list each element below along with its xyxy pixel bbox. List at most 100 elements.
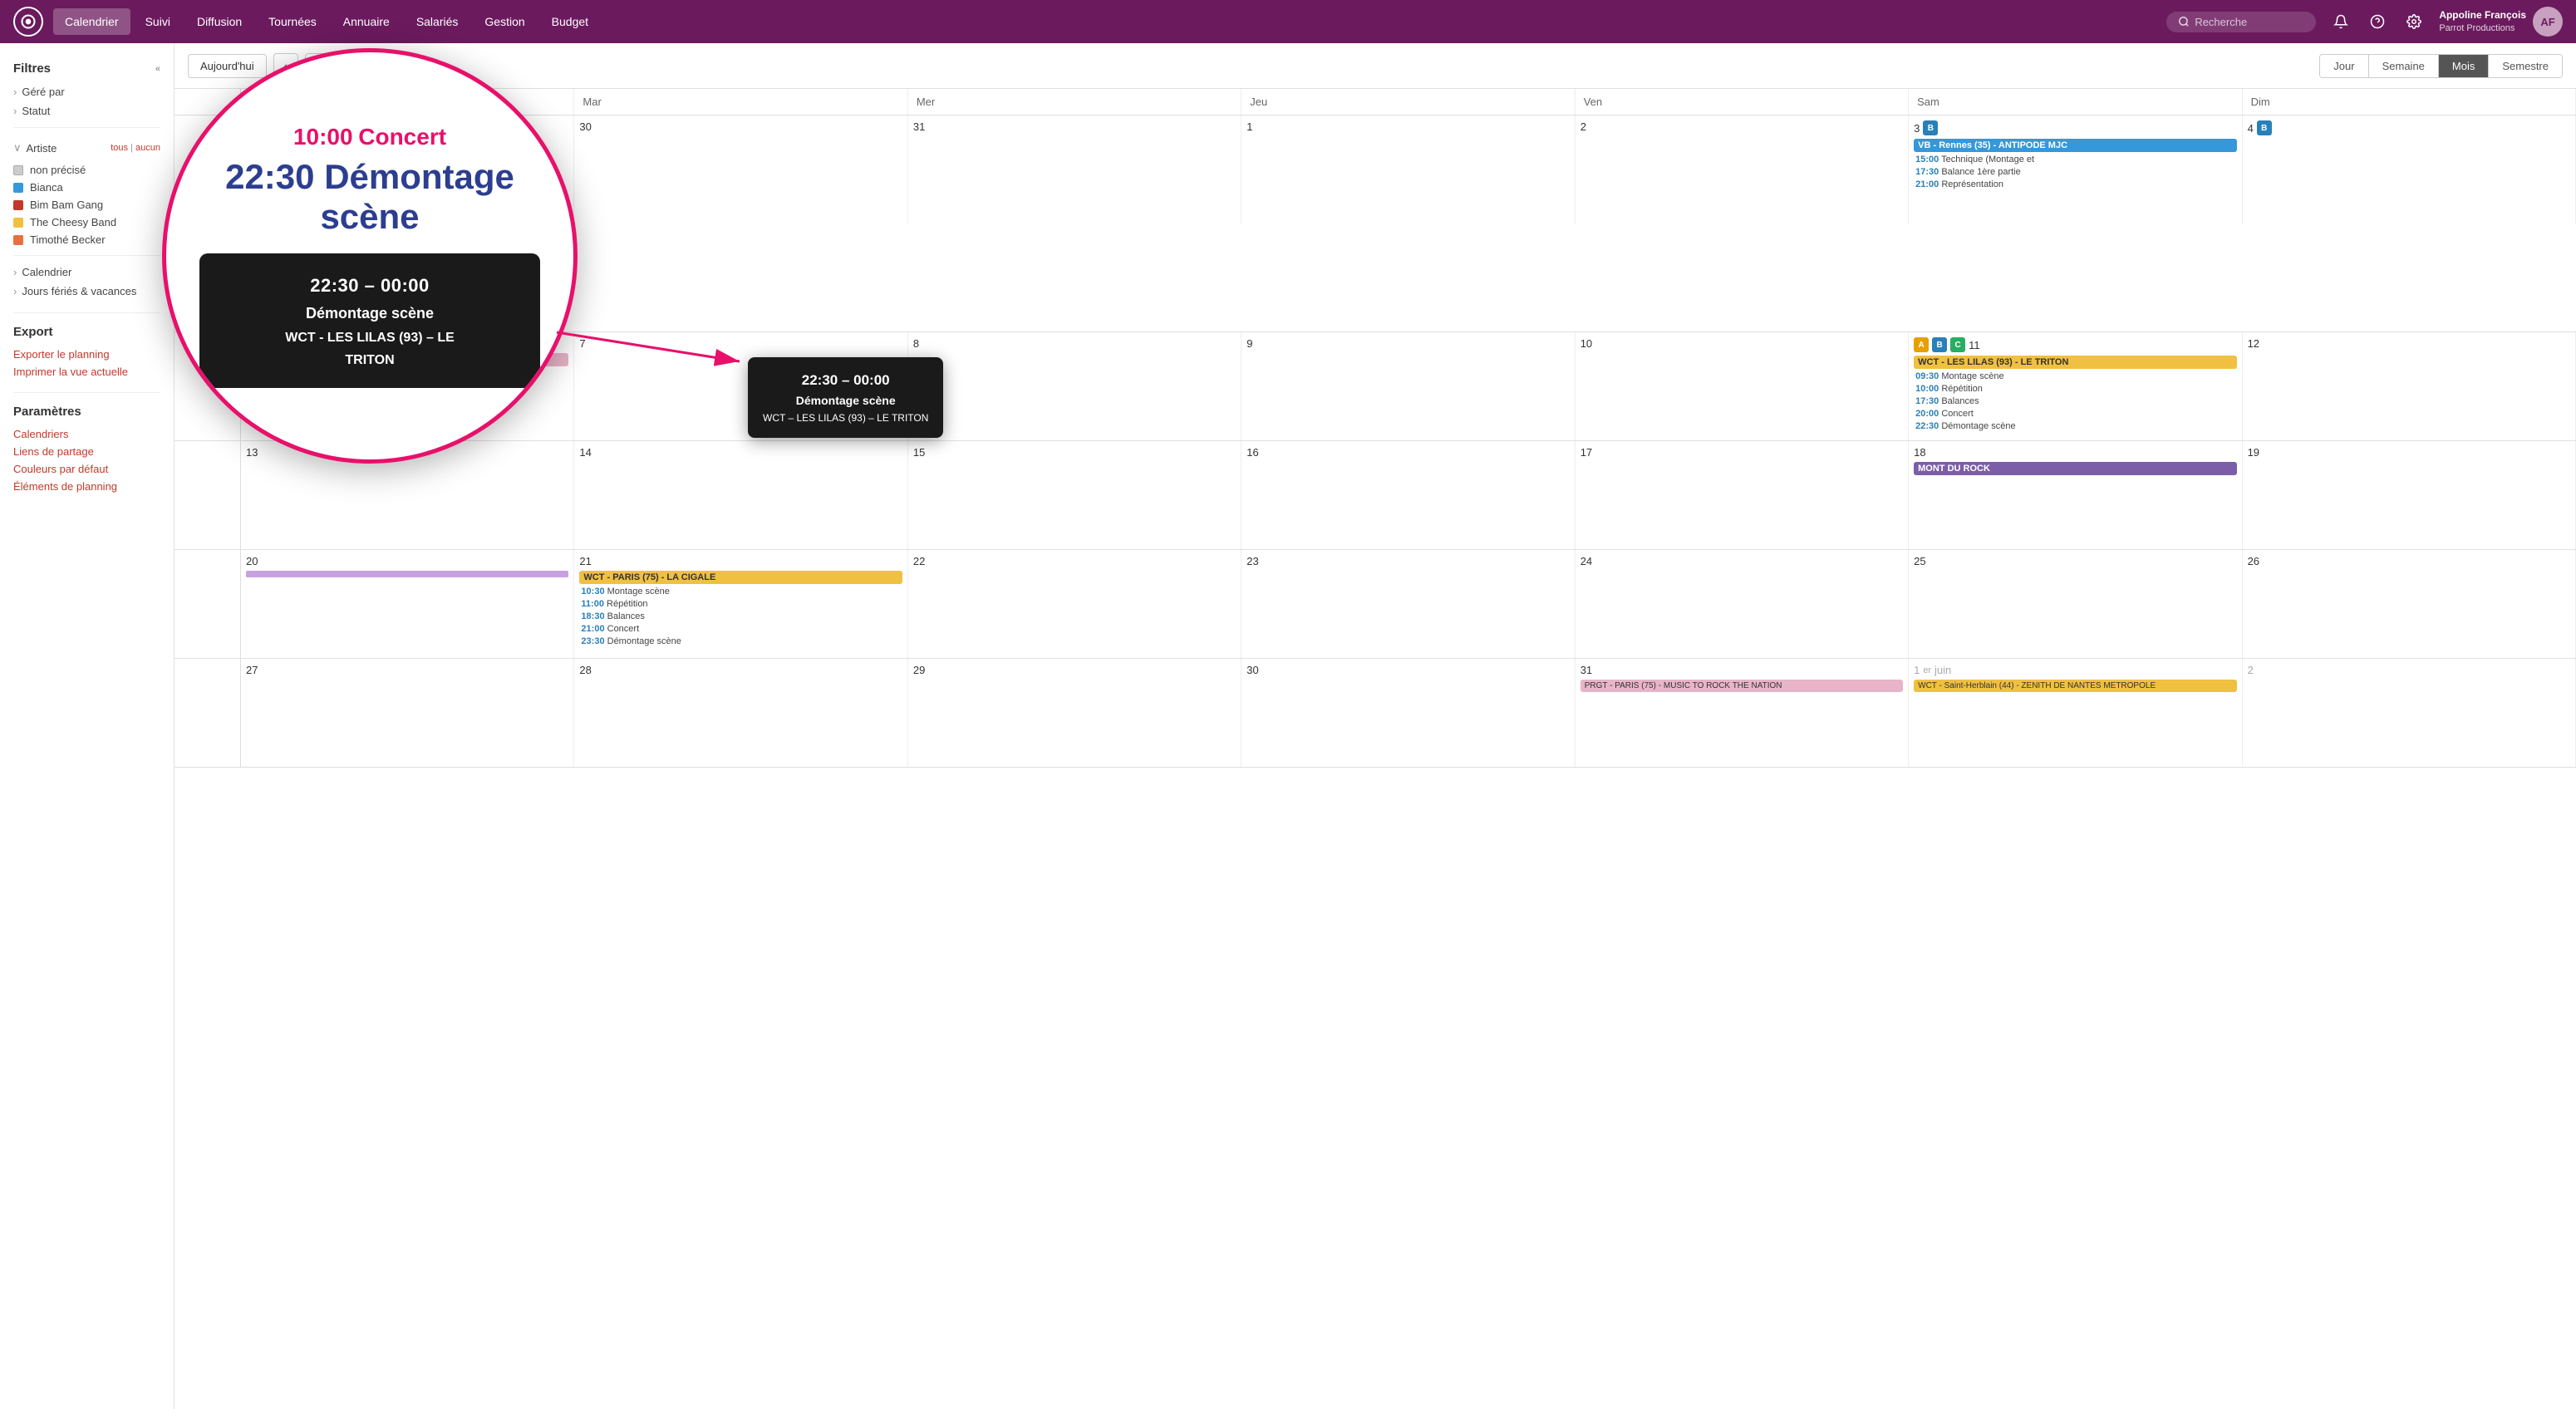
nav-calendrier[interactable]: Calendrier	[53, 8, 130, 35]
event-concert-21[interactable]: 21:00 Concert	[579, 623, 902, 635]
day-1-juin[interactable]: 1er juin WCT - Saint-Herblain (44) - ZEN…	[1909, 659, 2242, 767]
event-concert-11[interactable]: 20:00 Concert	[1914, 408, 2236, 420]
artiste-cheesy-band[interactable]: The Cheesy Band	[13, 214, 160, 231]
event-wct-lilas[interactable]: WCT - LES LILAS (93) - LE TRITON	[1914, 356, 2236, 369]
day-4[interactable]: 4 B	[2243, 115, 2576, 223]
artiste-timothe-becker[interactable]: Timothé Becker	[13, 231, 160, 248]
liens-partage-link[interactable]: Liens de partage	[13, 443, 160, 460]
day-28[interactable]: 28	[574, 659, 907, 767]
today-button[interactable]: Aujourd'hui	[188, 54, 267, 78]
event-technique[interactable]: 15:00 Technique (Montage et	[1914, 154, 2236, 165]
settings-button[interactable]	[2399, 7, 2429, 37]
notifications-button[interactable]	[2326, 7, 2356, 37]
day-20[interactable]: 20	[241, 550, 574, 658]
artiste-bianca[interactable]: Bianca	[13, 179, 160, 196]
day-17[interactable]: 17	[1576, 441, 1909, 549]
event-repetition-21[interactable]: 11:00 Répétition	[579, 598, 902, 610]
search-box[interactable]	[2166, 12, 2316, 32]
nav-tournees[interactable]: Tournées	[257, 8, 328, 35]
event-balances-11[interactable]: 17:30 Balances	[1914, 395, 2236, 407]
artiste-bim-bam-gang[interactable]: Bim Bam Gang	[13, 196, 160, 214]
day-31[interactable]: 31	[908, 115, 1241, 223]
day-31b[interactable]: 31 PRGT - PARIS (75) - MUSIC TO ROCK THE…	[1576, 659, 1909, 767]
elements-planning-link[interactable]: Éléments de planning	[13, 478, 160, 495]
view-semaine[interactable]: Semaine	[2369, 55, 2439, 77]
event-montage-tech[interactable]: Montage tech...	[246, 405, 568, 417]
couleurs-defaut-link[interactable]: Couleurs par défaut	[13, 460, 160, 478]
day-12[interactable]: 12	[2243, 332, 2576, 440]
day-14[interactable]: 14	[574, 441, 907, 549]
day-21[interactable]: 21 WCT - PARIS (75) - LA CIGALE 10:30 Mo…	[574, 550, 907, 658]
event-ss-mai[interactable]: S&S - MAI...	[246, 353, 568, 366]
day-18[interactable]: 18 MONT DU ROCK	[1909, 441, 2242, 549]
day-16[interactable]: 16	[1241, 441, 1575, 549]
view-jour[interactable]: Jour	[2320, 55, 2368, 77]
event-demontage-21[interactable]: 23:30 Démontage scène	[579, 636, 902, 647]
artiste-non-precise[interactable]: non précisé	[13, 161, 160, 179]
day-29b[interactable]: 29	[908, 659, 1241, 767]
day-22[interactable]: 22	[908, 550, 1241, 658]
help-button[interactable]	[2362, 7, 2392, 37]
artiste-aucun-link[interactable]: aucun	[135, 143, 160, 153]
next-button[interactable]: ›	[305, 53, 330, 78]
event-wct-juin[interactable]: WCT - Saint-Herblain (44) - ZENITH DE NA…	[1914, 680, 2236, 692]
event-wct-paris[interactable]: WCT - PARIS (75) - LA CIGALE	[579, 571, 902, 584]
event-repetition-11[interactable]: 10:00 Répétition	[1914, 383, 2236, 395]
filter-calendrier[interactable]: › Calendrier	[13, 263, 160, 282]
event-prgt[interactable]: PRGT - PARIS (75) - MUSIC TO ROCK THE NA…	[1581, 680, 1903, 692]
event-balance[interactable]: 17:30 Balance 1ère partie	[1914, 166, 2236, 178]
search-input[interactable]	[2195, 16, 2303, 28]
event-montage-21[interactable]: 10:30 Montage scène	[579, 586, 902, 597]
filter-statut[interactable]: › Statut	[13, 101, 160, 120]
event-demontage-11[interactable]: 22:30 Démontage scène	[1914, 420, 2236, 432]
nav-budget[interactable]: Budget	[540, 8, 600, 35]
nav-suivi[interactable]: Suivi	[134, 8, 182, 35]
nav-diffusion[interactable]: Diffusion	[185, 8, 253, 35]
day-2-juin[interactable]: 2	[2243, 659, 2576, 767]
day-9[interactable]: 9	[1241, 332, 1575, 440]
day-6[interactable]: 6 S&S - MAI... Concert Démontage... Bala…	[241, 332, 574, 440]
day-15[interactable]: 15	[908, 441, 1241, 549]
filter-jours-feries[interactable]: › Jours fériés & vacances	[13, 282, 160, 301]
day-11[interactable]: A B C 11 WCT - LES LILAS (93) - LE TRITO…	[1909, 332, 2242, 440]
prev-button[interactable]: ‹	[273, 53, 298, 78]
day-2[interactable]: 2	[1576, 115, 1909, 223]
day-27[interactable]: 27	[241, 659, 574, 767]
day-3[interactable]: 3 B VB - Rennes (35) - ANTIPODE MJC 15:0…	[1909, 115, 2242, 223]
day-25[interactable]: 25	[1909, 550, 2242, 658]
event-balance2[interactable]: Balance	[246, 393, 568, 405]
collapse-icon[interactable]: «	[155, 64, 160, 74]
event-vb-rennes[interactable]: VB - Rennes (35) - ANTIPODE MJC	[1914, 139, 2236, 152]
event-mont-du-rock[interactable]: MONT DU ROCK	[1914, 462, 2236, 475]
filter-artiste[interactable]: ∨ Artiste	[13, 138, 57, 158]
day-30[interactable]: 30	[574, 115, 907, 223]
event-representation[interactable]: 21:00 Représentation	[1914, 179, 2236, 190]
event-montage-scene-11[interactable]: 09:30 Montage scène	[1914, 371, 2236, 382]
print-link[interactable]: Imprimer la vue actuelle	[13, 363, 160, 380]
day-10[interactable]: 10	[1576, 332, 1909, 440]
day-30b[interactable]: 30	[1241, 659, 1575, 767]
day-19[interactable]: 19	[2243, 441, 2576, 549]
nav-annuaire[interactable]: Annuaire	[332, 8, 401, 35]
day-7[interactable]: 7	[574, 332, 907, 440]
export-planning-link[interactable]: Exporter le planning	[13, 346, 160, 363]
artiste-tous-link[interactable]: tous	[111, 143, 128, 153]
day-8[interactable]: 8	[908, 332, 1241, 440]
day-5[interactable]: 5 B	[175, 223, 241, 331]
app-logo[interactable]	[13, 7, 43, 37]
calendriers-link[interactable]: Calendriers	[13, 425, 160, 443]
nav-salaries[interactable]: Salariés	[405, 8, 470, 35]
filter-gere-par[interactable]: › Géré par	[13, 82, 160, 101]
day-23[interactable]: 23	[1241, 550, 1575, 658]
event-balances-21[interactable]: 18:30 Balances	[579, 611, 902, 622]
day-26[interactable]: 26	[2243, 550, 2576, 658]
user-area[interactable]: Appoline François Parrot Productions AF	[2439, 7, 2563, 37]
view-semestre[interactable]: Semestre	[2489, 55, 2562, 77]
nav-gestion[interactable]: Gestion	[473, 8, 536, 35]
event-demontage[interactable]: Démontage...	[246, 380, 568, 392]
day-1[interactable]: 1	[1241, 115, 1575, 223]
day-24[interactable]: 24	[1576, 550, 1909, 658]
event-concert[interactable]: Concert	[246, 368, 568, 380]
day-29[interactable]: 29	[241, 115, 574, 223]
view-mois[interactable]: Mois	[2439, 55, 2489, 77]
